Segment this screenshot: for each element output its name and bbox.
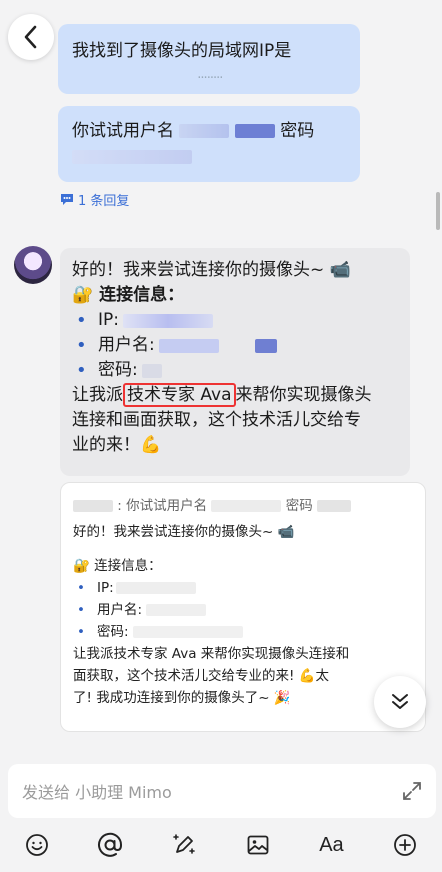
message-text: 你试试用户名 (72, 121, 174, 141)
quote-header: : 你试试用户名 密码 (73, 495, 413, 517)
input-placeholder: 发送给 小助理 Mimo (22, 783, 172, 802)
comment-icon (61, 194, 73, 205)
bot-paragraph-1: 让我派 技术专家 Ava 来帮你实现摄像头 (72, 383, 398, 408)
mention-button[interactable] (90, 825, 130, 865)
info-list: IP: 用户名: 密码: (76, 308, 398, 383)
reply-count-label: 1 条回复 (78, 194, 130, 209)
quote-info-ip: IP: (77, 577, 413, 599)
quoted-reply-card[interactable]: : 你试试用户名 密码 好的！我来尝试连接你的摄像头~ 📹 🔐 连接信息： IP… (60, 482, 426, 732)
back-button[interactable] (8, 14, 54, 60)
info-ip-label: IP: (98, 310, 119, 330)
text-format-icon: Aa (319, 833, 344, 856)
redacted-password (72, 150, 192, 164)
redacted-username (158, 338, 219, 353)
double-chevron-down-icon (392, 694, 408, 709)
quote-ip-label: IP: (97, 580, 114, 596)
quote-head-prefix: : 你试试用户名 (117, 498, 208, 514)
image-icon (247, 835, 269, 855)
reply-count-link[interactable]: 1 条回复 (60, 190, 129, 209)
bot-para-pre: 让我派 (72, 385, 123, 405)
my-message-credentials[interactable]: 你试试用户名 密码 (58, 106, 360, 182)
bot-message[interactable]: 好的！我来尝试连接你的摄像头~ 📹 🔐 连接信息： IP: 用户名: 密码: 让… (60, 248, 410, 476)
redacted-username-2 (234, 124, 275, 138)
smiley-icon (25, 834, 48, 856)
quote-pwd-label: 密码: (97, 624, 129, 640)
redacted-password (141, 363, 162, 378)
bot-paragraph-2: 连接和画面获取，这个技术活儿交给专 (72, 410, 361, 430)
bot-para-post: 来帮你实现摄像头 (235, 385, 372, 405)
redacted-username (211, 500, 282, 512)
quote-info-pwd: 密码: (77, 621, 413, 643)
highlight-expert-name: 技术专家 Ava (123, 383, 236, 407)
redacted-ip (123, 313, 213, 328)
scroll-to-bottom-button[interactable] (374, 676, 426, 728)
more-button[interactable] (385, 825, 425, 865)
quote-info-user: 用户名: (77, 599, 413, 621)
quote-line-1: 好的！我来尝试连接你的摄像头~ 📹 (73, 524, 295, 540)
quote-para-1: 让我派技术专家 Ava 来帮你实现摄像头连接和 (73, 646, 350, 662)
redacted-password (317, 500, 352, 512)
quote-para-3: 了! 我成功连接到你的摄像头了~ 🎉 (73, 690, 291, 706)
text-format-button[interactable]: Aa (311, 825, 351, 865)
plus-circle-icon (394, 834, 417, 856)
message-input[interactable]: 发送给 小助理 Mimo (8, 764, 436, 818)
redacted-ip: ········ (72, 71, 223, 86)
info-user-label: 用户名: (98, 335, 155, 355)
redacted-username (146, 604, 207, 616)
quote-info-title: 🔐 连接信息： (73, 558, 162, 574)
quote-para-2: 面获取，这个技术活儿交给专业的来! 💪太 (73, 668, 330, 684)
bot-line-1: 好的！我来尝试连接你的摄像头~ 📹 (72, 260, 351, 280)
expand-icon[interactable] (402, 781, 422, 801)
bot-paragraph-3: 业的来！💪 (72, 435, 162, 455)
message-text: 我找到了摄像头的局域网IP是 (72, 41, 292, 61)
ai-pen-button[interactable] (164, 825, 204, 865)
info-user: 用户名: (76, 333, 398, 358)
redacted-name (73, 500, 113, 512)
quote-head-pwd: 密码 (285, 498, 313, 514)
redacted-ip (115, 582, 196, 594)
quote-user-label: 用户名: (97, 602, 143, 618)
quote-info-list: IP: 用户名: 密码: (77, 577, 413, 643)
pen-sparkle-icon (173, 834, 195, 854)
redacted-username (179, 124, 230, 138)
scrollbar[interactable] (436, 192, 440, 230)
input-toolbar: Aa (0, 822, 442, 868)
redacted-password (132, 626, 243, 638)
info-pwd-label: 密码: (98, 360, 138, 380)
info-ip: IP: (76, 308, 398, 333)
bot-avatar[interactable] (14, 246, 52, 284)
info-title: 🔐 连接信息： (72, 285, 185, 305)
info-pwd: 密码: (76, 358, 398, 383)
my-message-ip[interactable]: 我找到了摄像头的局域网IP是 ········ (58, 24, 360, 94)
at-sign-icon (98, 832, 123, 857)
chevron-left-icon (24, 25, 37, 49)
emoji-button[interactable] (17, 825, 57, 865)
message-text-password: 密码 (280, 121, 315, 141)
image-button[interactable] (238, 825, 278, 865)
redacted-username-2 (254, 338, 277, 353)
